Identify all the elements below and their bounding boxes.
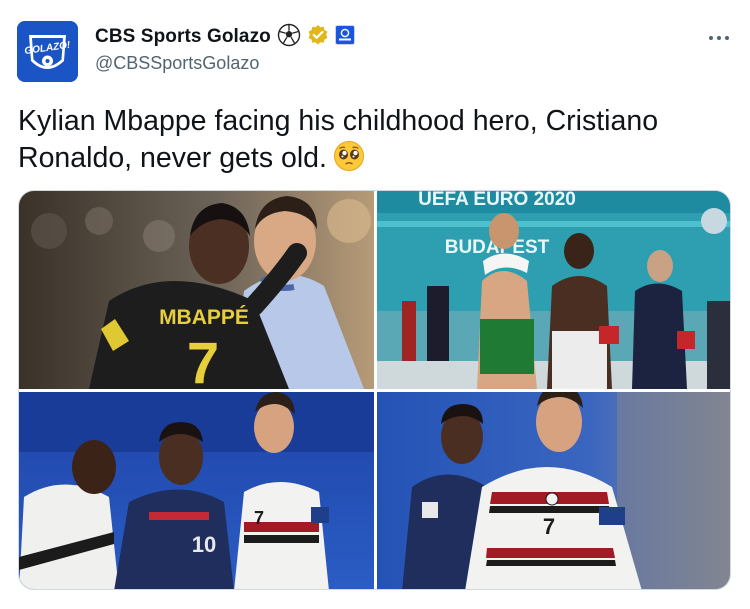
photo-1-jersey-name: MBAPPÉ xyxy=(159,306,249,329)
photo-tunnel-jersey-swap[interactable]: UEFA EURO 2020 BUDAPEST xyxy=(377,191,730,389)
soccer-ball-icon xyxy=(277,23,301,52)
photo-1-image: MBAPPÉ 7 xyxy=(19,191,374,389)
affiliate-badge-icon[interactable] xyxy=(334,24,355,50)
photo-4-image: 7 xyxy=(377,392,730,589)
photo-mbappe-ronaldo-laughing[interactable]: 10 7 xyxy=(19,392,374,589)
photo-3-image: 10 7 xyxy=(19,392,374,589)
photo-2-banner: UEFA EURO 2020 xyxy=(418,191,576,210)
photo-3-jersey-number-white: 7 xyxy=(254,508,264,528)
photo-2-image: UEFA EURO 2020 BUDAPEST xyxy=(377,191,730,389)
tweet-text-line-1: Kylian Mbappe facing his childhood hero,… xyxy=(18,105,659,137)
author-block: CBS Sports Golazo @CBSSportsGolazo xyxy=(95,22,355,74)
more-options-button[interactable] xyxy=(705,26,733,50)
avatar[interactable]: GOLAZO! xyxy=(17,21,78,82)
photo-4-jersey-number-white: 7 xyxy=(543,514,555,539)
photo-mbappe-ronaldo-night[interactable]: MBAPPÉ 7 xyxy=(19,191,374,389)
verified-gold-badge-icon[interactable] xyxy=(307,24,329,51)
photo-1-jersey-number: 7 xyxy=(187,331,219,389)
author-handle[interactable]: @CBSSportsGolazo xyxy=(95,53,355,74)
pleading-face-emoji xyxy=(333,140,365,182)
photo-3-jersey-number-blue: 10 xyxy=(192,532,216,557)
tweet-text-line-2: Ronaldo, never gets old. xyxy=(18,142,327,174)
golazo-logo-icon: GOLAZO! xyxy=(17,21,78,82)
more-horizontal-icon xyxy=(709,36,729,40)
media-grid: MBAPPÉ 7 UEFA EURO 2020 BUDAPEST 10 7 7 xyxy=(18,190,731,590)
photo-ronaldo-smiling[interactable]: 7 xyxy=(377,392,730,589)
tweet-card[interactable]: GOLAZO! CBS Sports Golazo @CBSSportsGola… xyxy=(0,0,750,609)
author-name[interactable]: CBS Sports Golazo xyxy=(95,26,271,48)
tweet-text: Kylian Mbappe facing his childhood hero,… xyxy=(18,103,708,182)
